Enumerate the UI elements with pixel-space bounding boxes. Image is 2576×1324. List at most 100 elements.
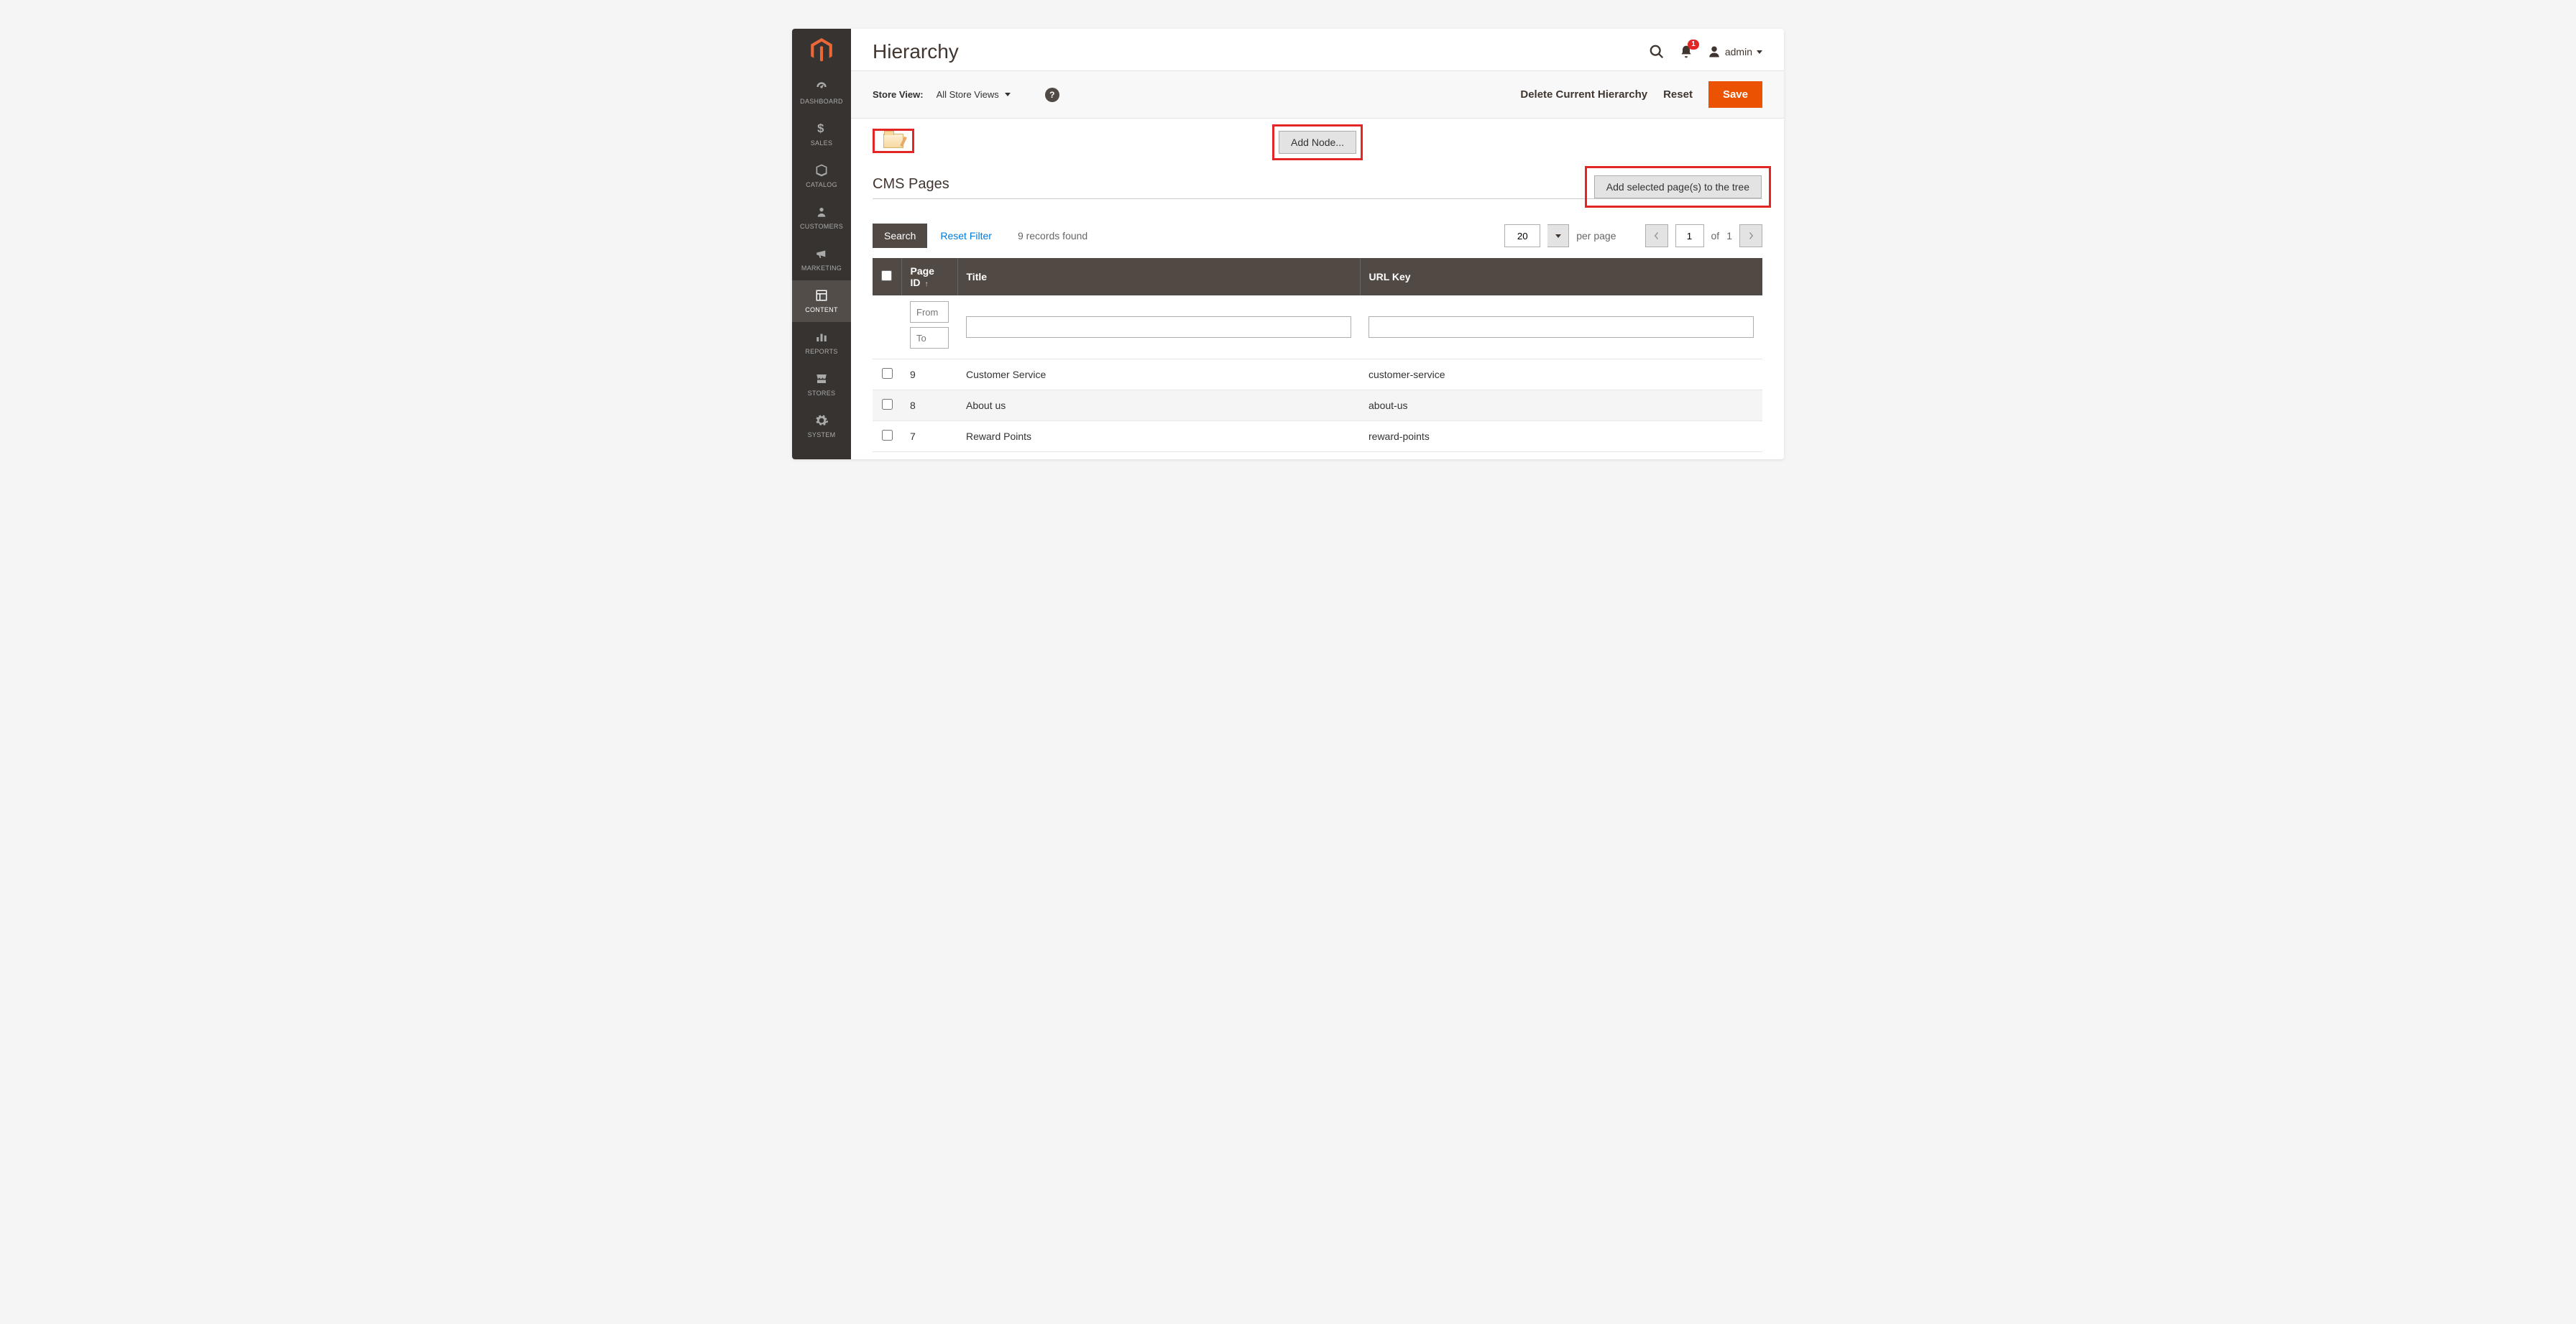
col-header-title[interactable]: Title [957,258,1360,295]
cms-pages-table: Page ID↑ Title URL Key [873,258,1762,452]
cell-title: Customer Service [957,359,1360,390]
sidebar-item-stores[interactable]: STORES [792,364,851,405]
svg-text:$: $ [817,121,824,135]
store-view-select[interactable]: All Store Views [937,89,1011,100]
delete-hierarchy-button[interactable]: Delete Current Hierarchy [1520,88,1647,101]
sidebar-item-label: REPORTS [805,348,837,355]
sidebar-item-label: DASHBOARD [800,98,843,105]
search-button[interactable] [1649,44,1665,60]
cell-page-id: 8 [901,390,957,421]
select-all-checkbox[interactable] [881,270,892,281]
sort-asc-icon: ↑ [925,280,929,288]
cell-page-id: 9 [901,359,957,390]
table-row[interactable]: 9 Customer Service customer-service [873,359,1762,390]
add-node-button[interactable]: Add Node... [1279,131,1356,154]
save-button[interactable]: Save [1708,81,1762,108]
sidebar-item-label: SALES [811,139,833,147]
bar-chart-icon [814,329,829,345]
filter-url-key-input[interactable] [1368,316,1754,338]
sidebar-item-marketing[interactable]: MARKETING [792,239,851,280]
store-view-label: Store View: [873,89,924,100]
sidebar-item-label: CONTENT [805,306,838,313]
gauge-icon [814,79,829,95]
gear-icon [814,413,829,428]
chevron-down-icon [1555,234,1561,238]
sidebar-item-reports[interactable]: REPORTS [792,322,851,364]
dollar-icon: $ [816,121,827,137]
sidebar-item-catalog[interactable]: CATALOG [792,155,851,197]
cell-title: Reward Points [957,421,1360,452]
app-window: DASHBOARD $ SALES CATALOG CUSTOMERS MARK… [792,29,1784,459]
search-icon [1649,44,1665,60]
tree-root-highlight [873,129,914,153]
admin-user-menu[interactable]: admin [1708,45,1762,58]
table-row[interactable]: 7 Reward Points reward-points [873,421,1762,452]
add-selected-pages-button[interactable]: Add selected page(s) to the tree [1594,175,1762,198]
records-found: 9 records found [1018,230,1087,242]
sidebar-item-label: SYSTEM [808,431,836,438]
chevron-down-icon [1757,50,1762,54]
filter-page-id-from[interactable] [910,301,949,323]
total-pages: 1 [1726,230,1732,242]
help-button[interactable]: ? [1045,88,1059,102]
of-label: of [1711,230,1720,242]
notifications-button[interactable]: 1 [1679,44,1693,60]
sidebar-item-dashboard[interactable]: DASHBOARD [792,72,851,114]
next-page-button[interactable] [1739,224,1762,247]
col-header-url-key[interactable]: URL Key [1360,258,1762,295]
store-view-value: All Store Views [937,89,999,100]
sidebar-item-customers[interactable]: CUSTOMERS [792,197,851,239]
chevron-down-icon [1005,93,1011,96]
layout-icon [814,288,829,303]
user-icon [1708,45,1721,58]
cell-url-key: customer-service [1360,359,1762,390]
magento-logo[interactable] [792,29,851,72]
sidebar-item-label: MARKETING [801,265,842,272]
per-page-input[interactable] [1504,224,1540,247]
row-checkbox[interactable] [882,368,893,379]
chevron-right-icon [1747,231,1754,240]
main-panel: Hierarchy 1 admin [851,29,1784,459]
admin-username: admin [1725,46,1752,58]
person-icon [816,204,827,220]
folder-edit-icon[interactable] [883,134,903,148]
page-input[interactable] [1675,224,1704,247]
search-button[interactable]: Search [873,224,927,248]
cell-page-id: 7 [901,421,957,452]
content-area: Add Node... CMS Pages Add selected page(… [851,119,1784,459]
col-header-select[interactable] [873,258,901,295]
topbar: Hierarchy 1 admin [851,29,1784,70]
sidebar-item-label: STORES [808,390,836,397]
table-row[interactable]: 8 About us about-us [873,390,1762,421]
sidebar-item-system[interactable]: SYSTEM [792,405,851,447]
reset-filter-link[interactable]: Reset Filter [940,230,992,242]
box-icon [814,162,829,178]
cell-title: About us [957,390,1360,421]
cell-url-key: about-us [1360,390,1762,421]
section-title: CMS Pages [873,176,949,193]
row-checkbox[interactable] [882,430,893,441]
top-actions: 1 admin [1649,44,1762,60]
sidebar-item-sales[interactable]: $ SALES [792,114,851,155]
chevron-left-icon [1653,231,1660,240]
reset-button[interactable]: Reset [1663,88,1693,101]
sidebar-item-label: CUSTOMERS [800,223,843,230]
filter-row [873,295,1762,359]
store-view-bar: Store View: All Store Views ? Delete Cur… [851,70,1784,119]
sidebar-item-label: CATALOG [806,181,837,188]
store-icon [814,371,829,387]
megaphone-icon [814,246,829,262]
row-checkbox[interactable] [882,399,893,410]
per-page-label: per page [1576,230,1616,242]
add-node-highlight: Add Node... [1272,124,1363,160]
prev-page-button[interactable] [1645,224,1668,247]
filter-page-id-to[interactable] [910,327,949,349]
per-page-dropdown[interactable] [1547,224,1569,247]
col-header-page-id[interactable]: Page ID↑ [901,258,957,295]
sidebar-item-content[interactable]: CONTENT [792,280,851,322]
sidebar: DASHBOARD $ SALES CATALOG CUSTOMERS MARK… [792,29,851,459]
add-selected-highlight: Add selected page(s) to the tree [1585,166,1771,208]
filter-title-input[interactable] [966,316,1351,338]
notification-badge: 1 [1688,40,1699,50]
page-title: Hierarchy [873,40,959,63]
